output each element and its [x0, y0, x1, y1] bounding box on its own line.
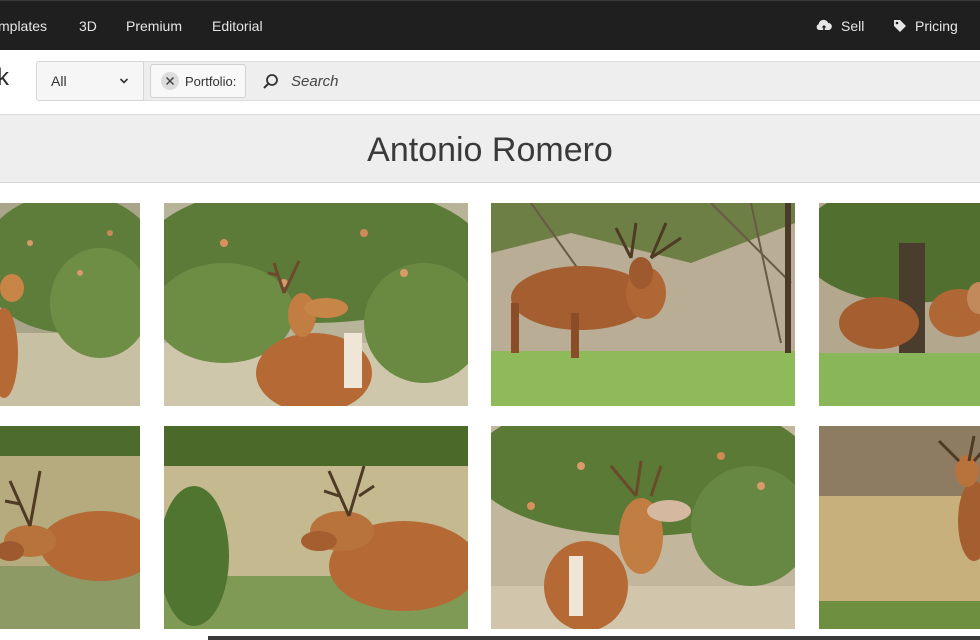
- portfolio-filter-chip[interactable]: Portfolio:: [150, 64, 246, 98]
- thumbnail-image[interactable]: [0, 203, 140, 406]
- nav-item-templates[interactable]: mplates: [0, 1, 47, 51]
- thumbnail-image[interactable]: [491, 426, 795, 629]
- nav-item-editorial[interactable]: Editorial: [212, 1, 263, 51]
- chevron-down-icon: [119, 78, 129, 84]
- search-input[interactable]: Search: [291, 73, 339, 90]
- cloud-upload-icon: [816, 19, 832, 32]
- content-type-select[interactable]: All: [36, 61, 144, 101]
- deer-image: [491, 426, 795, 629]
- deer-image: [819, 426, 980, 629]
- sell-label: Sell: [841, 18, 865, 34]
- pricing-link[interactable]: Pricing: [893, 1, 958, 51]
- top-navigation: mplates 3D Premium Editorial Sell Pricin…: [0, 0, 980, 50]
- logo[interactable]: k: [0, 64, 9, 92]
- deer-image: [491, 203, 795, 406]
- close-icon: [165, 76, 175, 86]
- search-icon[interactable]: [262, 73, 280, 91]
- nav-item-3d[interactable]: 3D: [79, 1, 97, 51]
- chip-label: Portfolio:: [185, 74, 237, 89]
- page-title: Antonio Romero: [367, 131, 613, 169]
- deer-image: [164, 203, 468, 406]
- portfolio-header: Antonio Romero: [0, 114, 980, 183]
- deer-image: [164, 426, 468, 629]
- thumbnail-image[interactable]: [0, 426, 140, 629]
- content-type-selected: All: [51, 73, 67, 89]
- deer-image: [819, 203, 980, 406]
- thumbnail-image[interactable]: [164, 426, 468, 629]
- pricing-label: Pricing: [915, 18, 958, 34]
- thumbnail-image[interactable]: [164, 203, 468, 406]
- bottom-divider: [208, 636, 980, 640]
- thumbnail-image[interactable]: [819, 203, 980, 406]
- deer-image: [0, 203, 140, 406]
- deer-image: [0, 426, 140, 629]
- price-tag-icon: [894, 20, 906, 32]
- thumbnail-image[interactable]: [491, 203, 795, 406]
- thumbnail-image[interactable]: [819, 426, 980, 629]
- sell-link[interactable]: Sell: [815, 1, 864, 51]
- remove-filter-button[interactable]: [161, 72, 179, 90]
- nav-item-premium[interactable]: Premium: [126, 1, 182, 51]
